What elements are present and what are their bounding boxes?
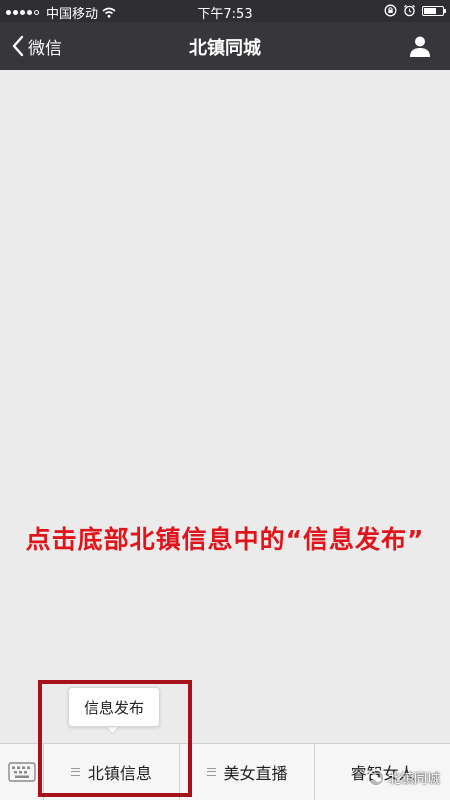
menu-item-beizhen-info[interactable]: 北镇信息 <box>44 744 180 800</box>
menu-item-beauty-live[interactable]: 美女直播 <box>180 744 316 800</box>
menu-lines-icon <box>70 768 80 776</box>
status-time: 下午7:53 <box>197 7 253 22</box>
person-icon[interactable] <box>408 34 432 58</box>
navigation-bar: 微信 北镇同城 <box>0 22 450 70</box>
popup-menu-label: 信息发布 <box>83 698 144 717</box>
bottom-menu-bar: 北镇信息 美女直播 睿智女人 <box>0 743 450 800</box>
status-bar-right <box>384 4 446 17</box>
menu-lines-icon <box>206 768 216 776</box>
instruction-text: 点击底部北镇信息中的“信息发布” <box>25 525 425 554</box>
rotation-lock-icon <box>384 4 397 17</box>
keyboard-icon <box>7 762 36 782</box>
popup-menu-item-info-publish[interactable]: 信息发布 <box>68 687 160 727</box>
status-bar: 中国移动 下午7:53 <box>0 0 450 22</box>
wechat-official-account-screen: 中国移动 下午7:53 微信 北镇同城 点击底部北镇信息中的“信息发布” 信息发… <box>0 0 450 800</box>
battery-icon <box>422 5 446 16</box>
keyboard-toggle-button[interactable] <box>0 744 44 800</box>
menu-item-label: 睿智女人 <box>350 764 415 783</box>
page-title: 北镇同城 <box>189 38 261 59</box>
menu-item-wise-women[interactable]: 睿智女人 <box>315 744 450 800</box>
menu-item-label: 北镇信息 <box>87 764 152 783</box>
alarm-icon <box>404 4 415 17</box>
menu-item-label: 美女直播 <box>223 764 288 783</box>
chat-content-area: 点击底部北镇信息中的“信息发布” <box>0 70 450 742</box>
